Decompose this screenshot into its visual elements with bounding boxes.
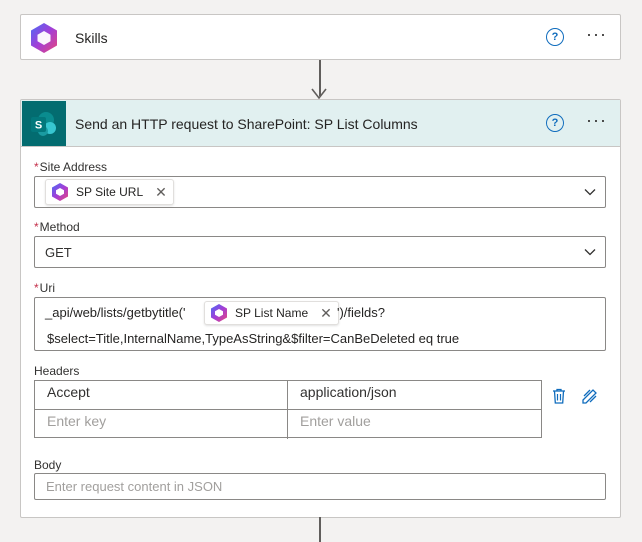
flow-connector	[319, 517, 321, 542]
uri-text-prefix: _api/web/lists/getbytitle('	[45, 305, 186, 320]
switch-to-text-mode-icon[interactable]	[581, 387, 599, 405]
list-name-token[interactable]: SP List Name ✕	[204, 301, 339, 325]
http-request-action-card[interactable]: S Send an HTTP request to SharePoint: SP…	[20, 99, 621, 518]
headers-table: Accept application/json Enter key Enter …	[34, 380, 542, 439]
trash-icon[interactable]	[550, 387, 568, 405]
method-dropdown[interactable]: GET	[34, 236, 606, 268]
headers-label: Headers	[34, 364, 80, 378]
sharepoint-icon: S	[22, 101, 66, 146]
uri-text-suffix: ')/fields?	[337, 305, 386, 320]
m365-copilot-icon	[211, 304, 227, 322]
skills-action-card[interactable]: Skills ? ···	[20, 14, 621, 60]
uri-label: *Uri	[34, 281, 55, 295]
token-label: SP Site URL	[76, 185, 144, 199]
site-address-label: *Site Address	[34, 160, 108, 174]
m365-copilot-icon	[25, 19, 62, 56]
site-address-dropdown[interactable]: SP Site URL ✕	[34, 176, 606, 208]
chevron-down-icon	[584, 249, 596, 256]
m365-copilot-icon	[52, 183, 68, 201]
method-label: *Method	[34, 220, 80, 234]
remove-token-button[interactable]: ✕	[155, 184, 167, 201]
header-value-input[interactable]: application/json	[288, 381, 541, 409]
site-url-token[interactable]: SP Site URL ✕	[45, 179, 174, 205]
chevron-down-icon	[584, 189, 596, 196]
uri-text-query: $select=Title,InternalName,TypeAsString&…	[47, 331, 460, 346]
body-placeholder: Enter request content in JSON	[46, 479, 223, 494]
header-key-input[interactable]: Accept	[35, 381, 288, 409]
more-options-button[interactable]: ···	[586, 111, 607, 129]
help-button[interactable]: ?	[546, 114, 564, 132]
body-label: Body	[34, 458, 62, 472]
token-label: SP List Name	[235, 306, 309, 320]
http-card-header[interactable]: S Send an HTTP request to SharePoint: SP…	[21, 100, 620, 147]
more-options-button[interactable]: ···	[586, 25, 607, 43]
help-button[interactable]: ?	[546, 28, 564, 46]
skills-card-title: Skills	[75, 30, 108, 46]
method-value: GET	[45, 245, 72, 260]
new-header-key-input[interactable]: Enter key	[35, 410, 288, 439]
uri-input[interactable]: _api/web/lists/getbytitle(' SP List Name…	[34, 297, 606, 351]
new-header-value-input[interactable]: Enter value	[288, 410, 541, 439]
svg-text:S: S	[35, 119, 42, 131]
http-card-title: Send an HTTP request to SharePoint: SP L…	[75, 116, 418, 132]
remove-token-button[interactable]: ✕	[320, 305, 332, 322]
body-input[interactable]: Enter request content in JSON	[34, 473, 606, 500]
table-row: Enter key Enter value	[35, 410, 541, 439]
table-row: Accept application/json	[35, 381, 541, 410]
